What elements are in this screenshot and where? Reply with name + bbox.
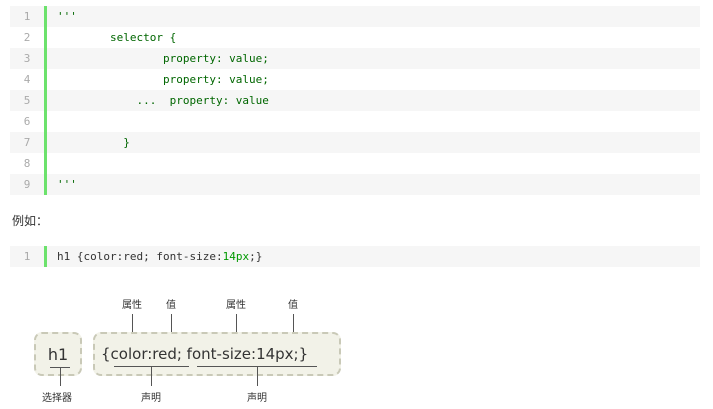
- line-number: 6: [23, 115, 31, 128]
- line-number: 7: [23, 136, 31, 149]
- connector-line: [60, 368, 61, 386]
- code-text: selector {: [57, 31, 177, 44]
- code-line: 8: [10, 153, 700, 174]
- code-line: 2 selector {: [10, 27, 700, 48]
- line-number: 8: [23, 157, 31, 170]
- label-value-2: 值: [288, 300, 298, 311]
- gutter-bar: [44, 111, 47, 132]
- code-text: ''': [57, 10, 77, 23]
- code-line: 1 h1 {color:red; font-size:14px;}: [10, 246, 700, 267]
- line-number: 1: [23, 250, 31, 263]
- code-text: }: [57, 136, 130, 149]
- connector-line: [257, 366, 258, 386]
- gutter-bar: [44, 153, 47, 174]
- code-suffix: ;}: [249, 250, 263, 263]
- label-property-2: 属性: [226, 300, 246, 311]
- code-line: 3 property: value;: [10, 48, 700, 69]
- line-number: 4: [23, 73, 31, 86]
- code-text: ''': [57, 178, 77, 191]
- line-number: 5: [23, 94, 31, 107]
- code-text: property: value;: [57, 52, 269, 65]
- declaration-box: {color:red; font-size:14px;}: [93, 332, 341, 376]
- connector-line: [151, 366, 152, 386]
- line-number: 3: [23, 52, 31, 65]
- line-number: 1: [23, 10, 31, 23]
- code-block-example: 1 h1 {color:red; font-size:14px;}: [10, 246, 700, 267]
- declaration-box-text: {color:red; font-size:14px;}: [101, 345, 309, 363]
- label-property-1: 属性: [122, 300, 142, 311]
- code-text: h1 {color:red; font-size:14px;}: [47, 250, 262, 263]
- code-prefix: h1 {color:red; font-size:: [57, 250, 223, 263]
- line-number: 9: [23, 178, 31, 191]
- code-line: 4 property: value;: [10, 69, 700, 90]
- code-line: 1 ''': [10, 6, 700, 27]
- connector-line: [50, 367, 70, 368]
- label-value-1: 值: [166, 300, 176, 311]
- code-number: 14px: [222, 250, 250, 263]
- code-line: 7 }: [10, 132, 700, 153]
- css-syntax-diagram: 属性 值 属性 值 h1 {color:red; font-size:14px;…: [28, 292, 358, 407]
- selector-box-text: h1: [47, 344, 69, 364]
- code-block-syntax: 1 ''' 2 selector { 3 property: value; 4 …: [10, 6, 700, 195]
- selector-box: h1: [34, 332, 82, 376]
- example-label: 例如：: [12, 214, 49, 228]
- label-declaration-2: 声明: [247, 393, 267, 404]
- code-text: ... property: value: [57, 94, 269, 107]
- label-selector: 选择器: [42, 393, 72, 404]
- label-declaration-1: 声明: [141, 393, 161, 404]
- code-line: 6: [10, 111, 700, 132]
- code-line: 5 ... property: value: [10, 90, 700, 111]
- code-line: 9 ''': [10, 174, 700, 195]
- code-text: property: value;: [57, 73, 269, 86]
- line-number: 2: [23, 31, 31, 44]
